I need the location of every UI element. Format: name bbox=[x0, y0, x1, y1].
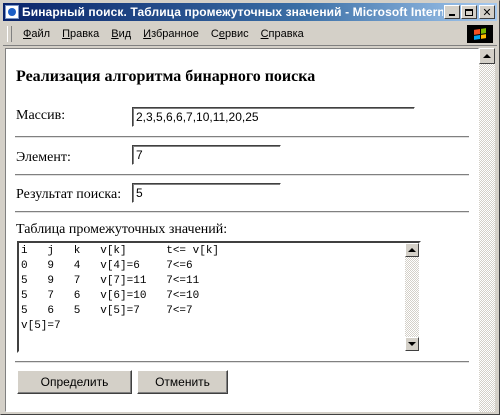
element-label: Элемент: bbox=[16, 150, 71, 165]
divider bbox=[15, 211, 469, 213]
windows-logo-icon bbox=[467, 25, 493, 43]
array-label: Массив: bbox=[16, 108, 66, 123]
close-icon: ✕ bbox=[482, 5, 492, 19]
menu-help[interactable]: Справка bbox=[255, 28, 310, 40]
browser-window: Бинарный поиск. Таблица промежуточных зн… bbox=[0, 0, 500, 415]
menu-bar: Файл Правка Вид Избранное Сервис Справка bbox=[3, 23, 497, 46]
menu-tools[interactable]: Сервис bbox=[205, 28, 255, 40]
textarea-scroll-down-button[interactable] bbox=[405, 337, 419, 351]
page-content: Реализация алгоритма бинарного поиска Ма… bbox=[5, 48, 479, 412]
toolbar-grip[interactable] bbox=[7, 26, 12, 42]
intermediate-values-textarea[interactable]: i j k v[k] t<= v[k] 0 9 4 v[4]=6 7<=6 5 … bbox=[17, 241, 421, 353]
page-scroll-up-button[interactable] bbox=[479, 48, 495, 64]
menu-file[interactable]: Файл bbox=[17, 28, 56, 40]
maximize-button[interactable] bbox=[461, 5, 477, 19]
arrow-up-icon bbox=[408, 248, 416, 252]
window-title: Бинарный поиск. Таблица промежуточных зн… bbox=[22, 5, 443, 19]
intermediate-values-text: i j k v[k] t<= v[k] 0 9 4 v[4]=6 7<=6 5 … bbox=[21, 245, 220, 332]
array-input[interactable]: 2,3,5,6,6,7,10,11,20,25 bbox=[132, 107, 415, 127]
result-label: Результат поиска: bbox=[16, 187, 122, 202]
table-label: Таблица промежуточных значений: bbox=[16, 222, 228, 237]
element-input[interactable]: 7 bbox=[132, 145, 281, 165]
divider bbox=[15, 136, 469, 138]
textarea-scroll-up-button[interactable] bbox=[405, 243, 419, 257]
menu-edit[interactable]: Правка bbox=[56, 28, 105, 40]
divider bbox=[15, 361, 469, 363]
menu-view[interactable]: Вид bbox=[105, 28, 137, 40]
minimize-button[interactable] bbox=[444, 5, 460, 19]
divider bbox=[15, 174, 469, 176]
ie-page-icon bbox=[5, 5, 19, 19]
page-heading: Реализация алгоритма бинарного поиска bbox=[16, 68, 316, 85]
minimize-icon bbox=[449, 14, 455, 16]
arrow-up-icon bbox=[483, 54, 491, 58]
menu-favorites[interactable]: Избранное bbox=[137, 28, 205, 40]
textarea-scrollbar[interactable] bbox=[405, 243, 419, 351]
maximize-icon bbox=[465, 8, 473, 16]
determine-button[interactable]: Определить bbox=[17, 370, 132, 394]
title-bar[interactable]: Бинарный поиск. Таблица промежуточных зн… bbox=[3, 3, 497, 21]
page-scrollbar[interactable] bbox=[479, 48, 495, 412]
arrow-down-icon bbox=[408, 342, 416, 346]
close-button[interactable]: ✕ bbox=[479, 5, 495, 19]
cancel-button[interactable]: Отменить bbox=[137, 370, 228, 394]
result-input[interactable]: 5 bbox=[132, 183, 281, 203]
